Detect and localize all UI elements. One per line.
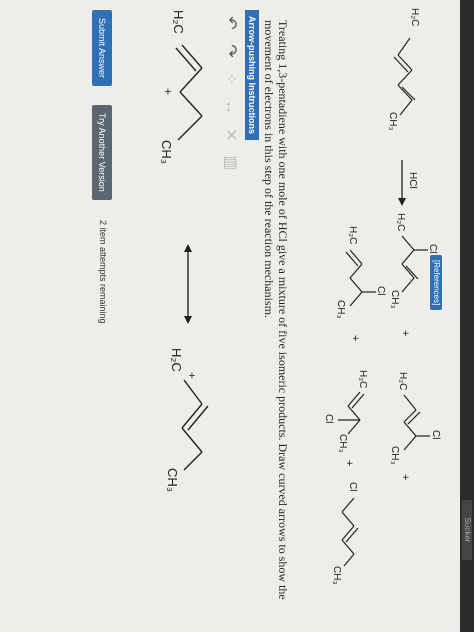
- mechanism-right-cation-charge[interactable]: +: [185, 372, 199, 379]
- mechanism-left-h2c[interactable]: H₂C: [171, 10, 186, 34]
- product-5-cl: Cl: [347, 482, 358, 491]
- curved-arrow-icon[interactable]: ↶: [220, 14, 240, 32]
- electron-dots-icon[interactable]: ⁘: [220, 70, 240, 88]
- reactant-h2c-label: H₂C: [409, 8, 420, 26]
- mechanism-left-structure: [175, 44, 203, 141]
- product-3-ch3: CH₃: [335, 300, 346, 319]
- submit-answer-button[interactable]: Submit Answer: [92, 10, 112, 87]
- product-3-structure: [345, 249, 376, 307]
- reactant-ch3-label: CH₃: [387, 112, 398, 131]
- product-4-cl: Cl: [323, 414, 334, 423]
- resonance-arrow: [184, 244, 192, 324]
- mechanism-left-ch3[interactable]: CH₃: [159, 140, 174, 164]
- browser-tab[interactable]: Sucker: [462, 500, 472, 560]
- reactant-structure: [393, 37, 416, 116]
- product-3-h2c: H₂C: [347, 226, 358, 244]
- mechanism-right-h2c[interactable]: H₂C: [169, 348, 184, 372]
- resonance-icon[interactable]: ↔: [220, 98, 240, 116]
- product-2-ch3: CH₃: [389, 446, 400, 465]
- reagent-label: HCl: [407, 172, 418, 189]
- mechanism-right-structure: [181, 379, 209, 471]
- product-2-h2c: H₂C: [397, 372, 408, 390]
- question-panel: [References] H₂C CH₃ HCl H₂C Cl CH₃ + H₂…: [0, 0, 460, 632]
- rotated-screen: Sucker [References] H₂C CH₃ HCl H₂C Cl C…: [0, 0, 474, 632]
- reaction-arrow: [398, 160, 406, 206]
- plus-sign: +: [399, 330, 411, 336]
- mechanism-right-ch3[interactable]: CH₃: [165, 468, 180, 492]
- product-1-ch3: CH₃: [389, 290, 400, 309]
- product-1-h2c: H₂C: [395, 213, 406, 231]
- product-4-h2c: H₂C: [357, 370, 368, 388]
- close-icon[interactable]: ✕: [220, 126, 240, 144]
- product-2-cl: Cl: [430, 430, 441, 439]
- plus-sign: +: [399, 474, 411, 480]
- product-1-cl: Cl: [427, 244, 438, 253]
- product-4-structure: [338, 391, 365, 435]
- product-2-structure: [403, 394, 430, 451]
- product-3-cl: Cl: [375, 286, 386, 295]
- browser-bar: Sucker: [460, 0, 474, 632]
- try-another-version-button[interactable]: Try Another Version: [92, 105, 112, 200]
- drawing-toolbar: ↶ ↷ ⁘ ↔ ✕ ▥: [218, 10, 242, 254]
- plus-sign: +: [343, 460, 355, 466]
- curved-arrow-icon[interactable]: ↷: [220, 42, 240, 60]
- arrow-pushing-instructions-button[interactable]: Arrow-pushing Instructions: [245, 10, 259, 140]
- product-4-ch3: CH₃: [337, 434, 348, 453]
- problem-statement: Treating 1,3-pentadiene with one mole of…: [262, 20, 290, 600]
- product-5-ch3: CH₃: [331, 566, 342, 585]
- mechanism-left-cation-charge[interactable]: +: [161, 88, 175, 95]
- plus-sign: +: [349, 335, 361, 341]
- product-5-structure: [341, 497, 359, 567]
- attempts-remaining-text: 2 item attempts remaining: [98, 220, 108, 324]
- trash-icon[interactable]: ▥: [220, 154, 240, 172]
- product-1-structure: [401, 235, 428, 293]
